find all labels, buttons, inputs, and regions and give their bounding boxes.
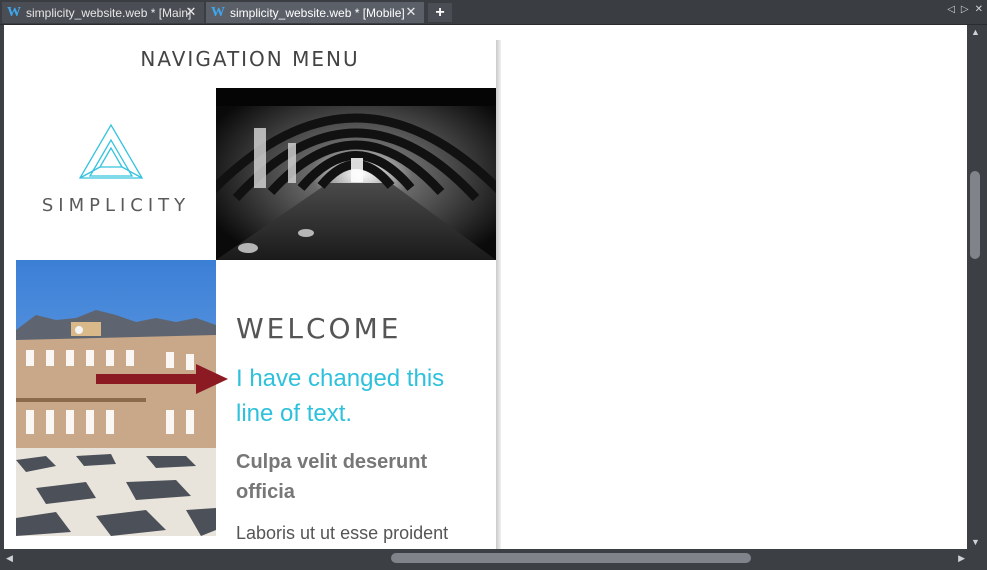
vertical-scrollbar[interactable]: ▲ ▼ — [967, 25, 983, 549]
webdesigner-w-icon: W — [7, 4, 21, 20]
tab-scroll-arrows: ◁ ▷ ✕ — [947, 4, 983, 15]
tab-mobile[interactable]: W simplicity_website.web * [Mobile] ✕ — [206, 2, 424, 23]
scroll-down-icon[interactable]: ▼ — [971, 537, 980, 547]
page-edge-shadow — [496, 40, 501, 549]
design-canvas[interactable]: NAVIGATION MENU SIMPLICITY WELCOME I hav… — [4, 25, 967, 549]
triangle-right-icon[interactable]: ▷ — [961, 4, 969, 15]
body-text[interactable]: Laboris ut ut esse proident — [236, 523, 486, 544]
close-icon[interactable]: ✕ — [404, 5, 418, 19]
scroll-right-icon[interactable]: ▶ — [958, 553, 965, 564]
vertical-scroll-thumb[interactable] — [970, 171, 980, 259]
triangle-left-icon[interactable]: ◁ — [947, 4, 955, 15]
tab-label: simplicity_website.web * [Mobile] — [230, 5, 405, 20]
horizontal-scroll-thumb[interactable] — [391, 553, 751, 563]
close-icon[interactable]: ✕ — [184, 5, 198, 19]
simplicity-logo[interactable]: SIMPLICITY — [16, 88, 216, 260]
navigation-menu[interactable]: NAVIGATION MENU — [4, 47, 496, 71]
palace-photo — [16, 260, 216, 536]
red-arrow-annotation — [96, 364, 228, 394]
close-icon[interactable]: ✕ — [975, 4, 983, 15]
document-tab-bar: W simplicity_website.web * [Main] ✕ W si… — [0, 0, 987, 25]
webdesigner-w-icon: W — [211, 4, 225, 20]
vaulted-corridor-image[interactable] — [216, 88, 496, 260]
subheading[interactable]: Culpa velit deserunt officia — [236, 447, 476, 507]
scroll-up-icon[interactable]: ▲ — [971, 27, 980, 37]
tab-main[interactable]: W simplicity_website.web * [Main] ✕ — [2, 2, 204, 23]
tab-label: simplicity_website.web * [Main] — [26, 5, 192, 20]
add-tab-button[interactable]: + — [428, 3, 452, 22]
palace-courtyard-image[interactable] — [16, 260, 216, 536]
corridor-photo — [216, 88, 496, 260]
logo-text: SIMPLICITY — [41, 195, 191, 216]
horizontal-scrollbar[interactable]: ◀ ▶ — [4, 550, 967, 566]
welcome-heading[interactable]: WELCOME — [236, 312, 401, 345]
scroll-left-icon[interactable]: ◀ — [6, 553, 13, 564]
mobile-page[interactable]: NAVIGATION MENU SIMPLICITY WELCOME I hav… — [4, 25, 496, 549]
triangle-logo-icon — [78, 123, 144, 179]
changed-text-line[interactable]: I have changed this line of text. — [236, 361, 476, 431]
